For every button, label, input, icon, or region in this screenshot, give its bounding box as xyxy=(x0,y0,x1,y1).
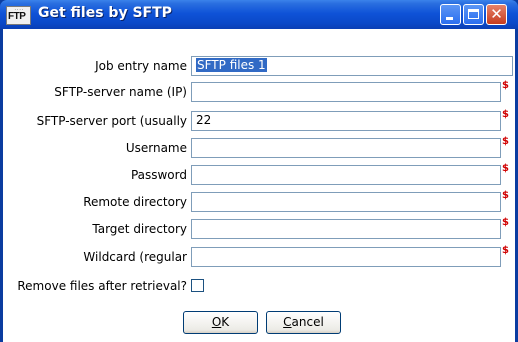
password-variable-icon[interactable]: $ xyxy=(502,163,509,174)
password-row: Password $ xyxy=(3,163,515,189)
minimize-button[interactable] xyxy=(440,4,461,25)
target-directory-input[interactable] xyxy=(191,219,501,239)
username-row: Username $ xyxy=(3,136,515,162)
ok-mnemonic: O xyxy=(211,315,222,329)
cancel-label-rest: ancel xyxy=(291,315,324,329)
ftp-icon-text: FTP xyxy=(8,11,26,22)
remote-directory-variable-icon[interactable]: $ xyxy=(502,190,509,201)
remove-files-label: Remove files after retrieval? xyxy=(17,279,187,293)
server-name-row: SFTP-server name (IP) $ xyxy=(3,80,515,106)
target-directory-variable-icon[interactable]: $ xyxy=(502,217,509,228)
username-input[interactable] xyxy=(191,138,501,158)
close-button[interactable]: ✕ xyxy=(486,4,507,25)
title-bar[interactable]: .... FTP Get files by SFTP ✕ xyxy=(0,0,518,29)
dialog-body: Job entry name SFTP files 1 SFTP-server … xyxy=(3,29,515,342)
password-label: Password xyxy=(130,168,187,182)
job-entry-name-value: SFTP files 1 xyxy=(196,58,267,72)
wildcard-label: Wildcard (regular xyxy=(83,250,187,264)
window-title: Get files by SFTP xyxy=(38,5,172,21)
server-name-input[interactable] xyxy=(191,82,501,102)
remote-directory-row: Remote directory $ xyxy=(3,190,515,216)
cancel-button[interactable]: Cancel xyxy=(266,311,341,334)
maximize-icon xyxy=(468,9,479,19)
minimize-icon xyxy=(446,17,453,20)
password-input[interactable] xyxy=(191,165,501,185)
wildcard-variable-icon[interactable]: $ xyxy=(502,245,509,256)
ok-label-rest: K xyxy=(221,315,230,329)
job-entry-name-input[interactable]: SFTP files 1 xyxy=(191,56,513,76)
server-port-label: SFTP-server port (usually xyxy=(36,114,187,128)
ok-button[interactable]: OK xyxy=(183,311,258,334)
username-variable-icon[interactable]: $ xyxy=(502,136,509,147)
wildcard-input[interactable] xyxy=(191,247,501,267)
target-directory-label: Target directory xyxy=(92,222,187,236)
sftp-dialog-window: .... FTP Get files by SFTP ✕ Job entry n… xyxy=(0,0,518,342)
ftp-app-icon: .... FTP xyxy=(6,6,31,25)
job-entry-name-row: Job entry name SFTP files 1 xyxy=(3,56,515,80)
maximize-button[interactable] xyxy=(463,4,484,25)
target-directory-row: Target directory $ xyxy=(3,217,515,243)
wildcard-row: Wildcard (regular $ xyxy=(3,245,515,271)
job-entry-name-label: Job entry name xyxy=(95,59,187,73)
remote-directory-label: Remote directory xyxy=(83,195,187,209)
remove-files-checkbox[interactable] xyxy=(191,279,204,292)
server-port-row: SFTP-server port (usually 22 $ xyxy=(3,109,515,135)
username-label: Username xyxy=(125,141,187,155)
remove-files-row: Remove files after retrieval? xyxy=(3,276,515,300)
close-icon: ✕ xyxy=(490,5,503,23)
remote-directory-input[interactable] xyxy=(191,192,501,212)
server-port-input[interactable]: 22 xyxy=(191,111,501,131)
cancel-mnemonic: C xyxy=(283,315,292,329)
server-name-variable-icon[interactable]: $ xyxy=(502,80,509,91)
server-port-variable-icon[interactable]: $ xyxy=(502,109,509,120)
server-name-label: SFTP-server name (IP) xyxy=(54,85,187,99)
